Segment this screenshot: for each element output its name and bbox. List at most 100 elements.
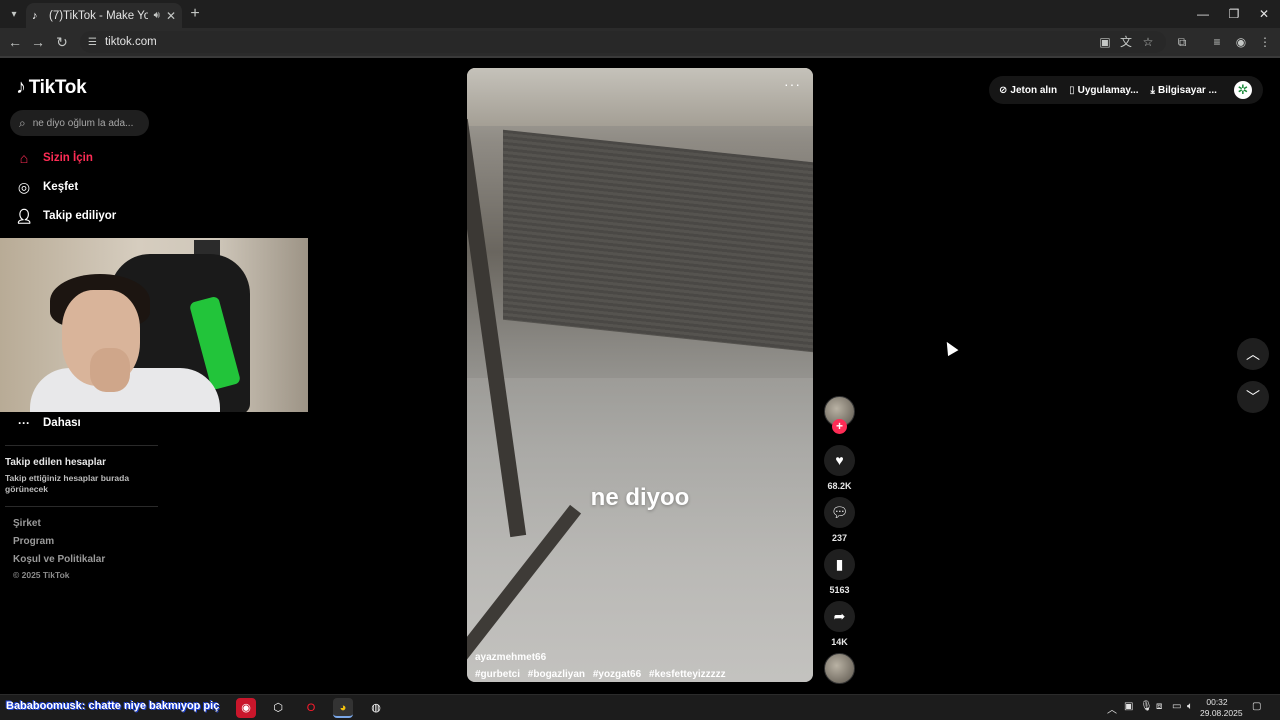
top-actions-bar: ⊘ Jeton alın ▯ Uygulamay... ⤓ Bilgisayar…: [989, 76, 1263, 104]
phone-icon: ▯: [1069, 84, 1075, 96]
hashtag[interactable]: #kesfetteyizzzzz: [649, 669, 726, 680]
search-input[interactable]: [32, 117, 137, 129]
tray-capture-icon[interactable]: ⧈: [1156, 701, 1162, 712]
microphone-icon[interactable]: 🎙︎: [1140, 701, 1153, 712]
browser-menu-icon[interactable]: ⋮: [1256, 33, 1274, 51]
browser-tab[interactable]: ♪ (7)TikTok - Make Your Day 🔊︎ ✕: [26, 3, 182, 28]
video-username[interactable]: ayazmehmet66: [475, 652, 546, 663]
browser-tab-bar: ▾ ♪ (7)TikTok - Make Your Day 🔊︎ ✕ + — ❐…: [0, 0, 1280, 28]
more-label: Dahası: [43, 417, 81, 429]
following-accounts-subtitle: Takip ettiğiniz hesaplar burada görünece…: [5, 473, 130, 494]
obs-icon[interactable]: ◍: [366, 698, 386, 718]
forward-button[interactable]: →: [28, 32, 48, 52]
network-icon[interactable]: ▭: [1172, 701, 1181, 712]
heart-icon: ♥: [835, 452, 844, 468]
save-button[interactable]: ▮: [824, 549, 855, 580]
translate-icon[interactable]: 文: [1117, 33, 1135, 51]
footer-link-terms[interactable]: Koşul ve Politikalar: [13, 554, 105, 565]
nav-item-more[interactable]: ··· Dahası: [15, 414, 81, 432]
webcam-overlay: [0, 238, 308, 412]
tiktok-logo[interactable]: ♪ TikTok: [16, 76, 87, 99]
music-disc-avatar[interactable]: [824, 653, 855, 684]
nav-label: Keşfet: [43, 181, 79, 193]
download-icon: ⤓: [1150, 84, 1155, 96]
comment-button[interactable]: 💬︎: [824, 497, 855, 528]
chevron-up-icon: ︿: [1246, 346, 1260, 362]
close-window-button[interactable]: ✕: [1249, 4, 1279, 24]
app-icon-red[interactable]: ◉: [236, 698, 256, 718]
close-tab-icon[interactable]: ✕: [166, 9, 176, 23]
bookmark-star-icon[interactable]: ☆: [1139, 33, 1157, 51]
search-box[interactable]: ⌕: [10, 110, 149, 136]
get-coins-label: Jeton alın: [1010, 84, 1058, 96]
media-control-icon[interactable]: ≡: [1208, 33, 1226, 51]
url-text: tiktok.com: [104, 36, 157, 48]
nav-label: Takip ediliyor: [43, 210, 117, 222]
address-bar[interactable]: ☰ tiktok.com: [80, 31, 1166, 53]
hashtag[interactable]: #gurbetci: [475, 669, 520, 680]
video-caption: ne diyoo: [590, 484, 690, 511]
hashtag[interactable]: #bogazliyan: [528, 669, 585, 680]
bookmark-icon: ▮: [835, 556, 844, 572]
mouse-cursor-icon: [941, 338, 959, 357]
video-scene-shutter: [503, 129, 813, 353]
app-icon-cube[interactable]: ⬡: [268, 698, 288, 718]
logo-text: TikTok: [28, 76, 87, 98]
footer-link-program[interactable]: Program: [13, 536, 54, 547]
tiktok-page: ♪ TikTok ⌕ ⌂ Sizin İçin ◎ Keşfet 👤︎ Taki…: [0, 58, 1280, 694]
footer-link-company[interactable]: Şirket: [13, 518, 41, 529]
share-count: 14K: [831, 637, 848, 647]
previous-video-button[interactable]: ︿: [1237, 338, 1269, 370]
video-hashtags: #gurbetci #bogazliyan #yozgat66 #kesfett…: [475, 669, 731, 680]
system-clock[interactable]: 00:32 29.08.2025: [1200, 697, 1243, 719]
profile-icon[interactable]: ◉: [1232, 33, 1250, 51]
desktop-app-button[interactable]: ⤓ Bilgisayar ...: [1151, 85, 1217, 96]
tray-chevron-icon[interactable]: ︿: [1107, 701, 1117, 716]
like-count: 68.2K: [827, 481, 852, 491]
video-more-icon[interactable]: ···: [784, 76, 801, 92]
get-coins-button[interactable]: ⊘ Jeton alın: [999, 85, 1057, 96]
back-button[interactable]: ←: [5, 32, 25, 52]
get-app-button[interactable]: ▯ Uygulamay...: [1069, 85, 1138, 96]
user-avatar[interactable]: ✲: [1234, 81, 1252, 99]
video-player[interactable]: ··· ne diyoo ayazmehmet66 #gurbetci #bog…: [467, 68, 813, 682]
chevron-down-icon: ﹀: [1246, 389, 1260, 405]
nav-item-for-you[interactable]: ⌂ Sizin İçin: [15, 147, 93, 169]
follow-plus-icon[interactable]: +: [832, 419, 847, 434]
save-count: 5163: [829, 585, 850, 595]
reload-button[interactable]: ↻: [52, 32, 72, 52]
like-button[interactable]: ♥: [824, 445, 855, 476]
sidebar-divider: [5, 445, 158, 446]
minimize-button[interactable]: —: [1188, 4, 1218, 24]
nav-item-following[interactable]: 👤︎ Takip ediliyor: [15, 205, 116, 227]
new-tab-button[interactable]: +: [186, 5, 204, 23]
tiktok-note-icon: ♪: [16, 76, 26, 98]
extensions-icon[interactable]: ⧉: [1173, 33, 1191, 51]
next-video-button[interactable]: ﹀: [1237, 381, 1269, 413]
tab-title: (7)TikTok - Make Your Day: [49, 9, 148, 22]
desktop-app-label: Bilgisayar ...: [1157, 84, 1217, 96]
volume-icon[interactable]: 🔈︎: [1187, 701, 1193, 712]
share-button[interactable]: ➦: [824, 601, 855, 632]
restore-button[interactable]: ❐: [1219, 4, 1249, 24]
coin-icon: ⊘: [999, 84, 1008, 96]
tray-app-icon[interactable]: ▣: [1124, 701, 1133, 712]
clock-date: 29.08.2025: [1200, 708, 1243, 718]
copyright: © 2025 TikTok: [13, 570, 70, 580]
search-icon[interactable]: ⌕: [19, 116, 26, 131]
nav-item-explore[interactable]: ◎ Keşfet: [15, 176, 78, 198]
chrome-icon[interactable]: ◕: [333, 698, 353, 718]
browser-toolbar: ← → ↻ ☰ tiktok.com ▣ 文 ☆ ⧉ ≡ ◉ ⋮: [0, 28, 1280, 56]
tiktok-favicon-icon: ♪: [32, 9, 38, 22]
tab-search-icon[interactable]: ▾: [5, 5, 23, 23]
comment-count: 237: [831, 533, 848, 543]
notification-icon[interactable]: ▢: [1252, 701, 1261, 712]
hashtag[interactable]: #yozgat66: [593, 669, 641, 680]
opera-icon[interactable]: O: [301, 698, 321, 718]
more-dots-icon: ···: [18, 416, 30, 430]
clock-time: 00:32: [1206, 697, 1228, 707]
stream-chat-overlay: Bababoomusk: chatte niye bakmıyop piç: [6, 700, 220, 712]
cast-icon[interactable]: ▣: [1096, 33, 1114, 51]
speaker-icon[interactable]: 🔊︎: [154, 10, 160, 21]
site-info-icon[interactable]: ☰: [88, 37, 97, 48]
